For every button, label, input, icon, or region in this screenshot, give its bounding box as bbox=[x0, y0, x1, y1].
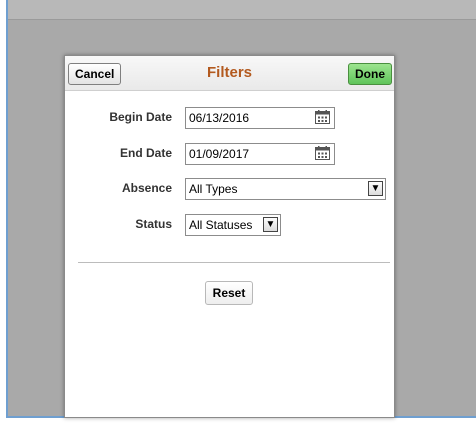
begin-date-row: Begin Date 06/13/2016 bbox=[65, 107, 394, 129]
end-date-label: End Date bbox=[119, 146, 172, 160]
divider bbox=[78, 262, 390, 263]
end-date-field[interactable]: 01/09/2017 bbox=[185, 143, 335, 165]
status-label: Status bbox=[135, 217, 172, 231]
begin-date-label: Begin Date bbox=[109, 110, 172, 124]
dialog-title: Filters bbox=[206, 64, 252, 81]
calendar-icon[interactable] bbox=[315, 146, 330, 160]
end-date-value: 01/09/2017 bbox=[189, 147, 250, 161]
end-date-row: End Date 01/09/2017 bbox=[65, 143, 394, 165]
reset-button[interactable]: Reset bbox=[205, 281, 253, 305]
top-strip bbox=[8, 0, 476, 20]
absence-select[interactable]: All Types ▼ bbox=[185, 178, 386, 200]
page-overlay: Cancel Filters Done Begin Date 06/13/201… bbox=[6, 0, 476, 418]
absence-label: Absence bbox=[121, 181, 172, 195]
status-row: Status All Statuses ▼ bbox=[65, 214, 394, 236]
begin-date-field[interactable]: 06/13/2016 bbox=[185, 107, 335, 129]
dialog-header: Cancel Filters Done bbox=[65, 56, 394, 91]
chevron-down-icon[interactable]: ▼ bbox=[368, 181, 383, 196]
status-value: All Statuses bbox=[189, 218, 253, 232]
chevron-down-icon[interactable]: ▼ bbox=[263, 217, 278, 232]
absence-value: All Types bbox=[189, 182, 238, 196]
status-select[interactable]: All Statuses ▼ bbox=[185, 214, 281, 236]
absence-row: Absence All Types ▼ bbox=[65, 178, 394, 200]
filters-dialog: Cancel Filters Done Begin Date 06/13/201… bbox=[64, 55, 395, 418]
begin-date-value: 06/13/2016 bbox=[189, 111, 250, 125]
calendar-icon[interactable] bbox=[315, 110, 330, 124]
done-button[interactable]: Done bbox=[348, 63, 392, 85]
